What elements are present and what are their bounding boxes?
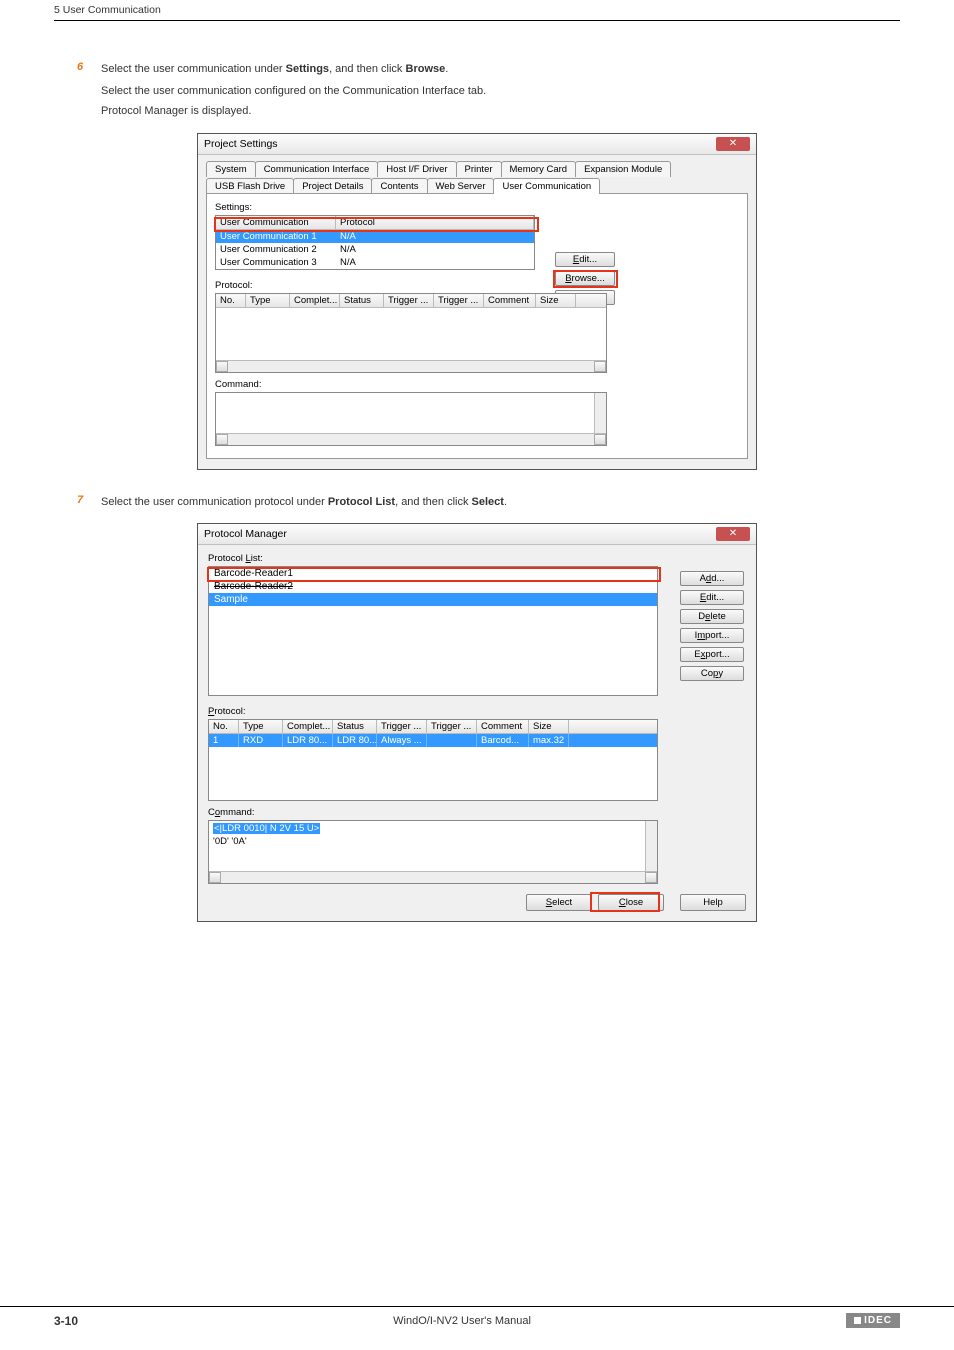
protocol-label: Protocol: bbox=[208, 706, 746, 717]
tab-communication-interface[interactable]: Communication Interface bbox=[255, 161, 379, 177]
dialog-title: Project Settings bbox=[204, 138, 278, 150]
list-item[interactable]: Barcode-Reader1 bbox=[209, 567, 657, 580]
list-header: User Communication Protocol bbox=[216, 216, 534, 230]
copy-button[interactable]: Copy bbox=[680, 666, 744, 681]
help-button[interactable]: Help bbox=[680, 894, 746, 911]
tab-usb-flash[interactable]: USB Flash Drive bbox=[206, 178, 294, 194]
browse-button[interactable]: Browse... bbox=[555, 271, 615, 286]
command-box bbox=[215, 392, 607, 446]
bottom-buttons: Select Close Help bbox=[208, 894, 746, 911]
select-button[interactable]: Select bbox=[526, 894, 592, 911]
tab-web-server[interactable]: Web Server bbox=[427, 178, 495, 194]
step-text: Select the user communication under Sett… bbox=[101, 61, 448, 79]
tab-contents[interactable]: Contents bbox=[371, 178, 427, 194]
idec-logo: IDEC bbox=[846, 1313, 900, 1328]
protocol-manager-dialog: Protocol Manager ✕ Protocol List: Barcod… bbox=[197, 523, 757, 922]
close-button[interactable]: Close bbox=[598, 894, 664, 911]
protocol-manager-buttons: Add... Edit... Delete Import... Export..… bbox=[680, 571, 744, 681]
edit-button[interactable]: Edit... bbox=[555, 252, 615, 267]
step-7: 7 Select the user communication protocol… bbox=[77, 494, 877, 512]
import-button[interactable]: Import... bbox=[680, 628, 744, 643]
command-label: Command: bbox=[208, 807, 746, 818]
list-row-2[interactable]: User Communication 2 N/A bbox=[216, 243, 534, 256]
step-number: 7 bbox=[77, 494, 101, 512]
manual-title: WindO/I-NV2 User's Manual bbox=[393, 1315, 531, 1327]
settings-label: Settings: bbox=[215, 202, 739, 213]
step-6-sub1: Select the user communication configured… bbox=[101, 83, 877, 101]
add-button[interactable]: Add... bbox=[680, 571, 744, 586]
protocol-list-label: Protocol List: bbox=[208, 553, 746, 564]
list-row-1[interactable]: User Communication 1 N/A bbox=[216, 230, 534, 243]
step-6: 6 Select the user communication under Se… bbox=[77, 61, 877, 79]
edit-button[interactable]: Edit... bbox=[680, 590, 744, 605]
settings-list[interactable]: User Communication Protocol User Communi… bbox=[215, 215, 535, 270]
dialog-titlebar: Protocol Manager ✕ bbox=[198, 524, 756, 545]
hdr-user-communication: User Communication bbox=[216, 216, 336, 229]
protocol-table: No. Type Complet... Status Trigger ... T… bbox=[208, 719, 658, 801]
step-text: Select the user communication protocol u… bbox=[101, 494, 507, 512]
list-item[interactable]: Sample bbox=[209, 593, 657, 606]
protocol-header: No. Type Complet... Status Trigger ... T… bbox=[216, 294, 606, 308]
protocol-table: No. Type Complet... Status Trigger ... T… bbox=[215, 293, 607, 373]
step-number: 6 bbox=[77, 61, 101, 79]
tab-system[interactable]: System bbox=[206, 161, 256, 177]
tab-host-if-driver[interactable]: Host I/F Driver bbox=[377, 161, 456, 177]
command-label: Command: bbox=[215, 379, 739, 390]
step-6-sub2: Protocol Manager is displayed. bbox=[101, 103, 877, 121]
dialog-title: Protocol Manager bbox=[204, 528, 287, 540]
protocol-list[interactable]: Barcode-Reader1 Barcode-Reader2 Sample bbox=[208, 566, 658, 696]
dialog-titlebar: Project Settings ✕ bbox=[198, 134, 756, 155]
export-button[interactable]: Export... bbox=[680, 647, 744, 662]
list-item[interactable]: Barcode-Reader2 bbox=[209, 580, 657, 593]
h-scrollbar[interactable] bbox=[209, 871, 657, 883]
h-scrollbar[interactable] bbox=[216, 360, 606, 372]
tab-user-communication[interactable]: User Communication bbox=[493, 178, 600, 194]
tab-printer[interactable]: Printer bbox=[456, 161, 502, 177]
command-box: <|LDR 0010| N 2V 15 U> '0D' '0A' bbox=[208, 820, 658, 884]
section-title: 5 User Communication bbox=[54, 4, 161, 16]
hdr-protocol: Protocol bbox=[336, 216, 534, 229]
tabs-row-1: System Communication Interface Host I/F … bbox=[206, 159, 748, 177]
page-header: 5 User Communication bbox=[54, 0, 900, 21]
tab-memory-card[interactable]: Memory Card bbox=[501, 161, 577, 177]
tab-project-details[interactable]: Project Details bbox=[293, 178, 372, 194]
tab-expansion-module[interactable]: Expansion Module bbox=[575, 161, 671, 177]
page-number: 3-10 bbox=[54, 1314, 78, 1328]
list-row-3[interactable]: User Communication 3 N/A bbox=[216, 256, 534, 269]
tabs-row-2: USB Flash Drive Project Details Contents… bbox=[206, 176, 748, 194]
project-settings-dialog: Project Settings ✕ System Communication … bbox=[197, 133, 757, 470]
close-icon[interactable]: ✕ bbox=[716, 527, 750, 541]
command-text: <|LDR 0010| N 2V 15 U> '0D' '0A' bbox=[209, 821, 657, 850]
delete-button[interactable]: Delete bbox=[680, 609, 744, 624]
page-footer: 3-10 WindO/I-NV2 User's Manual IDEC bbox=[0, 1306, 954, 1328]
protocol-row[interactable]: 1 RXD LDR 80... LDR 80... Always ... Bar… bbox=[209, 734, 657, 747]
h-scrollbar-2[interactable] bbox=[216, 433, 606, 445]
close-icon[interactable]: ✕ bbox=[716, 137, 750, 151]
page-content: 6 Select the user communication under Se… bbox=[0, 61, 954, 922]
protocol-label: Protocol: bbox=[215, 280, 739, 291]
protocol-header: No. Type Complet... Status Trigger ... T… bbox=[209, 720, 657, 734]
